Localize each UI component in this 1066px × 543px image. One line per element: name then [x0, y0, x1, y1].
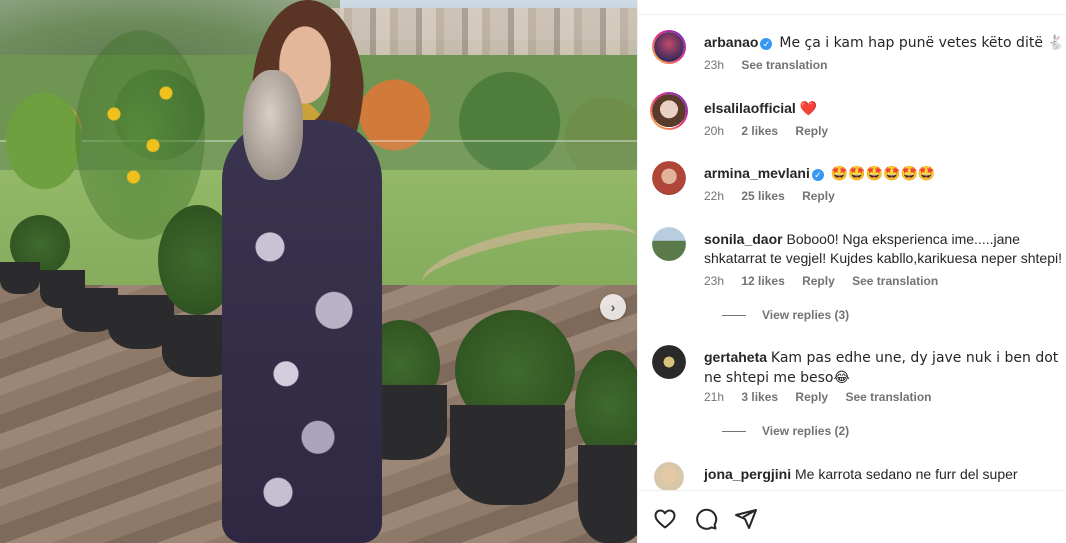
comment-username[interactable]: jona_pergjini — [704, 466, 791, 482]
avatar-image — [654, 462, 684, 490]
comment: sonila_daor Boboo0! Nga eksperienca ime.… — [652, 227, 1066, 337]
comment-likes[interactable]: 25 likes — [741, 189, 784, 203]
comment-meta: 23h See translation — [704, 58, 841, 72]
comment-body: gertaheta Kam pas edhe une, dy jave nuk … — [704, 348, 1066, 388]
see-translation-button[interactable]: See translation — [741, 58, 827, 72]
comment: gertaheta Kam pas edhe une, dy jave nuk … — [652, 345, 1066, 455]
reply-button[interactable]: Reply — [795, 390, 828, 404]
comment-meta: 21h 3 likes Reply See translation — [704, 390, 945, 404]
comment-username[interactable]: sonila_daor — [704, 231, 783, 247]
comment-meta: 20h 2 likes Reply — [704, 124, 842, 138]
comment-username[interactable]: arbanao — [704, 34, 758, 50]
avatar[interactable] — [654, 462, 684, 490]
avatar[interactable] — [652, 345, 686, 379]
chevron-right-icon: › — [610, 299, 616, 315]
comment-text: 🤩🤩🤩🤩🤩🤩 — [830, 166, 936, 182]
comment-body: armina_mevlani ✓ 🤩🤩🤩🤩🤩🤩 — [704, 164, 1066, 184]
comment: jona_pergjini Me karrota sedano ne furr … — [652, 462, 1066, 490]
comments-list[interactable]: arbanao ✓ Me ça i kam hap punë vetes këto… — [638, 15, 1066, 490]
next-photo-button[interactable]: › — [600, 294, 626, 320]
photo-dress — [222, 120, 382, 543]
view-replies-button[interactable]: View replies (3) — [722, 308, 849, 322]
comment-body: jona_pergjini Me karrota sedano ne furr … — [704, 465, 1066, 484]
comment-body: sonila_daor Boboo0! Nga eksperienca ime.… — [704, 230, 1066, 268]
avatar[interactable] — [650, 92, 688, 130]
action-bar — [638, 490, 1066, 543]
reply-button[interactable]: Reply — [802, 189, 835, 203]
comment-meta: 23h 12 likes Reply See translation — [704, 274, 952, 288]
comment-body: elsalilaofficial ❤️ — [704, 99, 1066, 119]
photo-bunny — [243, 70, 303, 180]
avatar-image — [652, 161, 686, 195]
avatar-image — [652, 345, 686, 379]
photo-plant — [575, 350, 637, 460]
caption: arbanao ✓ Me ça i kam hap punë vetes këto… — [652, 30, 1066, 90]
view-replies-label: View replies (3) — [762, 308, 850, 322]
comment-text: ❤️ — [799, 101, 818, 117]
heart-icon[interactable] — [653, 507, 677, 531]
avatar[interactable] — [652, 30, 686, 64]
avatar[interactable] — [652, 227, 686, 261]
avatar-image — [654, 32, 684, 62]
comment-meta: 22h 25 likes Reply — [704, 189, 849, 203]
photo-pot — [0, 262, 40, 294]
reply-button[interactable]: Reply — [795, 124, 828, 138]
verified-badge-icon: ✓ — [760, 38, 773, 50]
divider — [722, 314, 746, 316]
comment-username[interactable]: elsalilaofficial — [704, 100, 796, 116]
divider — [722, 430, 746, 432]
photo-pot — [578, 445, 637, 543]
comment-time[interactable]: 23h — [704, 58, 724, 72]
comment-time[interactable]: 22h — [704, 189, 724, 203]
comment-time[interactable]: 23h — [704, 274, 724, 288]
view-replies-label: View replies (2) — [762, 424, 850, 438]
comment-time[interactable]: 21h — [704, 390, 724, 404]
comment-username[interactable]: armina_mevlani — [704, 165, 810, 181]
comment-likes[interactable]: 2 likes — [741, 124, 778, 138]
comment-time[interactable]: 20h — [704, 124, 724, 138]
reply-button[interactable]: Reply — [802, 274, 835, 288]
instagram-post: › arbanao ✓ Me ça i kam hap punë vetes kë… — [0, 0, 1066, 543]
comment-body: arbanao ✓ Me ça i kam hap punë vetes këto… — [704, 33, 1066, 53]
see-translation-button[interactable]: See translation — [852, 274, 938, 288]
see-translation-button[interactable]: See translation — [845, 390, 931, 404]
comment-likes[interactable]: 3 likes — [741, 390, 778, 404]
view-replies-button[interactable]: View replies (2) — [722, 424, 849, 438]
verified-badge-icon: ✓ — [811, 169, 824, 181]
avatar-image — [652, 94, 686, 128]
comment-icon[interactable] — [694, 507, 718, 531]
photo-pot — [450, 405, 565, 505]
comment-username[interactable]: gertaheta — [704, 349, 767, 365]
post-photo[interactable]: › — [0, 0, 637, 543]
avatar-image — [652, 227, 686, 261]
comment: armina_mevlani ✓ 🤩🤩🤩🤩🤩🤩 22h 25 likes Repl… — [652, 161, 1066, 221]
comment: elsalilaofficial ❤️ 20h 2 likes Reply — [652, 94, 1066, 156]
avatar[interactable] — [652, 161, 686, 195]
share-icon[interactable] — [734, 507, 758, 531]
comment-likes[interactable]: 12 likes — [741, 274, 784, 288]
comment-text: Me ça i kam hap punë vetes këto ditë 🐇 — [779, 35, 1065, 51]
comments-panel: arbanao ✓ Me ça i kam hap punë vetes këto… — [637, 0, 1066, 543]
comment-text: Me karrota sedano ne furr del super — [795, 466, 1018, 482]
